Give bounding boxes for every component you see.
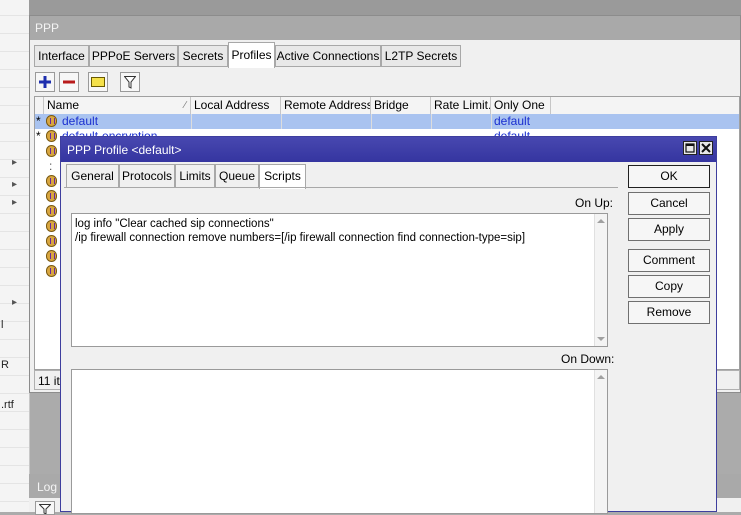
remove-icon: [63, 80, 75, 84]
apply-button[interactable]: Apply: [628, 218, 710, 241]
tab-label: Interface: [38, 49, 85, 63]
tab-secrets[interactable]: Secrets: [178, 45, 228, 67]
profile-icon: [46, 220, 57, 232]
dialog-title: PPP Profile <default>: [67, 143, 182, 157]
on-down-script-textarea[interactable]: [71, 369, 608, 514]
profile-icon: [46, 145, 57, 157]
profile-icon: [46, 115, 57, 127]
strip-fragment: R: [1, 359, 9, 371]
row-only-one: default: [494, 114, 531, 128]
strip-fragment: l: [1, 319, 4, 331]
column-header-remote-address[interactable]: Remote Address: [281, 97, 371, 114]
column-header-name[interactable]: Name ∕: [44, 97, 191, 114]
profile-icon: [46, 190, 57, 202]
tab-profiles[interactable]: Profiles: [228, 42, 275, 68]
comment-button[interactable]: [88, 72, 108, 92]
profile-icon: [46, 250, 57, 262]
scroll-down-icon[interactable]: [597, 337, 605, 341]
tab-label: Protocols: [121, 169, 173, 183]
expand-arrow-icon[interactable]: ▸: [12, 157, 17, 168]
tab-l2tp-secrets[interactable]: L2TP Secrets: [381, 45, 461, 67]
comment-icon: [91, 77, 105, 87]
tab-scripts[interactable]: Scripts: [259, 164, 306, 189]
comment-button[interactable]: Comment: [628, 249, 710, 272]
cancel-button[interactable]: Cancel: [628, 192, 710, 215]
ppp-profile-dialog: PPP Profile <default> General Protocols …: [60, 136, 717, 514]
desktop-background: [29, 0, 741, 15]
profile-icon: [46, 130, 57, 142]
tab-active-connections[interactable]: Active Connections: [275, 45, 381, 67]
expand-arrow-icon[interactable]: ▸: [12, 179, 17, 190]
ppp-titlebar[interactable]: PPP: [30, 16, 740, 40]
tab-limits[interactable]: Limits: [175, 164, 215, 188]
expand-arrow-icon[interactable]: ▸: [12, 297, 17, 308]
tab-pppoe-servers[interactable]: PPPoE Servers: [89, 45, 178, 67]
profile-icon: [46, 265, 57, 277]
tab-label: Queue: [218, 169, 256, 183]
close-icon: [701, 143, 711, 153]
background-window-strip: ▸ ▸ ▸ ▸ l R .rtf: [0, 0, 30, 512]
profile-icon: [46, 205, 57, 217]
column-header-rate-limit[interactable]: Rate Limit...: [431, 97, 491, 114]
tab-label: L2TP Secrets: [384, 49, 458, 63]
tab-queue[interactable]: Queue: [215, 164, 259, 188]
on-down-label: On Down:: [561, 352, 615, 366]
on-down-script-text: [72, 370, 607, 376]
maximize-button[interactable]: [683, 141, 697, 155]
maximize-icon: [685, 143, 695, 153]
window-title: PPP: [35, 21, 60, 35]
filter-button[interactable]: [120, 72, 140, 92]
column-header-local-address[interactable]: Local Address: [191, 97, 281, 114]
on-up-script-text: log info "Clear cached sip connections" …: [75, 218, 526, 244]
tab-label: General: [71, 169, 114, 183]
scroll-up-icon[interactable]: [597, 219, 605, 223]
tab-label: Secrets: [182, 49, 224, 63]
row-name: default: [62, 114, 99, 128]
close-button[interactable]: [699, 141, 713, 155]
strip-fragment: .rtf: [1, 399, 14, 411]
on-up-label: On Up:: [575, 196, 614, 210]
tab-label: Profiles: [231, 48, 272, 62]
scroll-up-icon[interactable]: [597, 375, 605, 379]
table-row[interactable]: * default default: [35, 114, 739, 129]
expand-arrow-icon[interactable]: ▸: [12, 197, 17, 208]
tab-label: Limits: [179, 169, 211, 183]
tab-interface[interactable]: Interface: [34, 45, 89, 67]
tab-label: Active Connections: [276, 49, 380, 63]
tab-label: Scripts: [264, 169, 301, 183]
add-button[interactable]: [35, 72, 55, 92]
tab-label: PPPoE Servers: [91, 49, 176, 63]
column-header-flag[interactable]: [35, 97, 44, 114]
filter-icon: [39, 504, 51, 514]
tab-protocols[interactable]: Protocols: [119, 164, 175, 188]
row-flag: *: [36, 114, 41, 128]
window-title: Log: [37, 480, 58, 494]
ok-button[interactable]: OK: [628, 165, 710, 188]
tab-general[interactable]: General: [66, 164, 119, 188]
filter-icon: [124, 75, 136, 89]
remove-button[interactable]: Remove: [628, 301, 710, 324]
vertical-scrollbar[interactable]: [594, 214, 607, 346]
filter-button[interactable]: [35, 501, 55, 515]
column-header-bridge[interactable]: Bridge: [371, 97, 431, 114]
row-flag: *: [36, 129, 41, 143]
on-up-script-textarea[interactable]: log info "Clear cached sip connections" …: [71, 213, 608, 347]
vertical-scrollbar[interactable]: [594, 370, 607, 513]
profile-icon: [46, 235, 57, 247]
dialog-titlebar[interactable]: PPP Profile <default>: [61, 137, 716, 162]
copy-button[interactable]: Copy: [628, 275, 710, 298]
remove-button[interactable]: [59, 72, 79, 92]
profile-icon: [46, 175, 57, 187]
add-icon: [39, 76, 51, 88]
sort-indicator-icon: ∕: [184, 100, 186, 111]
table-header: Name ∕ Local Address Remote Address Bridg…: [35, 97, 739, 115]
column-header-only-one[interactable]: Only One: [491, 97, 551, 114]
